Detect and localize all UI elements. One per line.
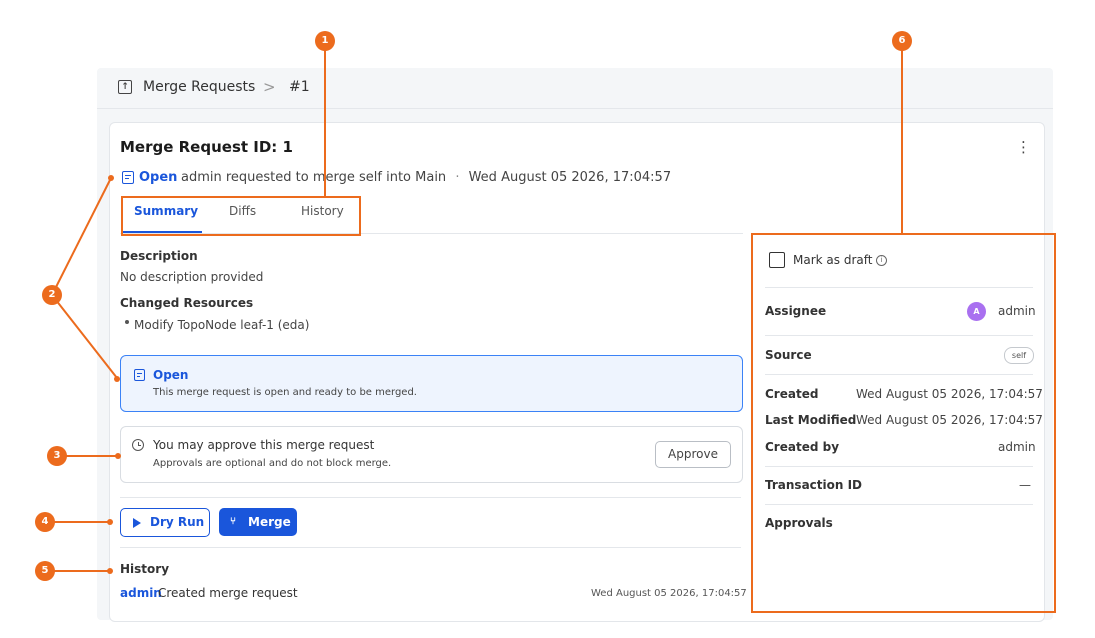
- annotation-line-2a: [51, 177, 112, 296]
- annotation-dot: [107, 519, 113, 525]
- annotation-badge-6: 6: [892, 31, 912, 51]
- annotation-dot: [107, 568, 113, 574]
- annotation-box-tabs: [121, 196, 361, 236]
- annotation-badge-4: 4: [35, 512, 55, 532]
- annotation-badge-2: 2: [42, 285, 62, 305]
- annotation-line-2b: [51, 294, 118, 379]
- annotation-dot: [108, 175, 114, 181]
- annotation-box-sidebar: [751, 233, 1056, 613]
- annotation-dot: [114, 376, 120, 382]
- annotation-badge-1: 1: [315, 31, 335, 51]
- annotation-dot: [115, 453, 121, 459]
- annotation-badge-3: 3: [47, 446, 67, 466]
- annotation-badge-5: 5: [35, 561, 55, 581]
